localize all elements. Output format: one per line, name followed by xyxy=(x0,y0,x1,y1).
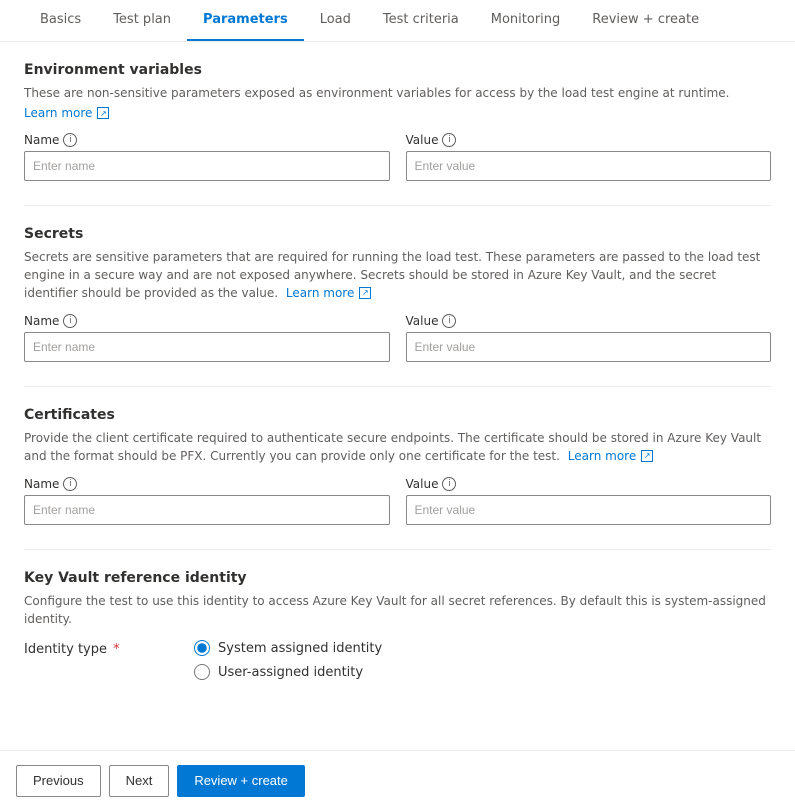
identity-type-label: Identity type * xyxy=(24,640,154,657)
secrets-name-label: Name i xyxy=(24,314,390,328)
env-vars-learn-more[interactable]: Learn more ↗ xyxy=(24,106,109,120)
certificates-value-info-icon[interactable]: i xyxy=(442,477,456,491)
user-assigned-radio[interactable] xyxy=(194,664,210,680)
identity-type-radio-group: System assigned identity User-assigned i… xyxy=(194,640,382,680)
divider-2 xyxy=(24,386,771,387)
certificates-name-label: Name i xyxy=(24,477,390,491)
tab-monitoring[interactable]: Monitoring xyxy=(475,0,577,41)
env-vars-value-label: Value i xyxy=(406,133,772,147)
env-vars-form-row: Name i Value i xyxy=(24,133,771,181)
footer: Previous Next Review + create xyxy=(0,750,795,810)
secrets-name-input[interactable] xyxy=(24,332,390,362)
top-nav: Basics Test plan Parameters Load Test cr… xyxy=(0,0,795,42)
secrets-external-link-icon: ↗ xyxy=(359,287,371,299)
tab-test-criteria[interactable]: Test criteria xyxy=(367,0,475,41)
divider-1 xyxy=(24,205,771,206)
secrets-value-info-icon[interactable]: i xyxy=(442,314,456,328)
secrets-section: Secrets Secrets are sensitive parameters… xyxy=(24,226,771,362)
previous-button[interactable]: Previous xyxy=(16,765,101,797)
system-assigned-radio[interactable] xyxy=(194,640,210,656)
certificates-name-field: Name i xyxy=(24,477,390,525)
review-create-button[interactable]: Review + create xyxy=(177,765,305,797)
secrets-learn-more[interactable]: Learn more ↗ xyxy=(286,284,371,302)
secrets-value-field: Value i xyxy=(406,314,772,362)
tab-parameters[interactable]: Parameters xyxy=(187,0,304,41)
env-vars-name-field: Name i xyxy=(24,133,390,181)
secrets-value-label: Value i xyxy=(406,314,772,328)
certificates-title: Certificates xyxy=(24,407,771,423)
env-vars-value-input[interactable] xyxy=(406,151,772,181)
divider-3 xyxy=(24,549,771,550)
certificates-section: Certificates Provide the client certific… xyxy=(24,407,771,525)
certificates-name-info-icon[interactable]: i xyxy=(63,477,77,491)
identity-type-row: Identity type * System assigned identity… xyxy=(24,640,771,680)
env-vars-value-field: Value i xyxy=(406,133,772,181)
certificates-name-input[interactable] xyxy=(24,495,390,525)
secrets-title: Secrets xyxy=(24,226,771,242)
certificates-value-label: Value i xyxy=(406,477,772,491)
secrets-value-input[interactable] xyxy=(406,332,772,362)
tab-review-create[interactable]: Review + create xyxy=(576,0,715,41)
secrets-name-info-icon[interactable]: i xyxy=(63,314,77,328)
env-vars-name-label: Name i xyxy=(24,133,390,147)
secrets-name-field: Name i xyxy=(24,314,390,362)
env-vars-value-info-icon[interactable]: i xyxy=(442,133,456,147)
env-vars-section: Environment variables These are non-sens… xyxy=(24,62,771,181)
system-assigned-option[interactable]: System assigned identity xyxy=(194,640,382,656)
external-link-icon: ↗ xyxy=(97,107,109,119)
user-assigned-option[interactable]: User-assigned identity xyxy=(194,664,382,680)
secrets-form-row: Name i Value i xyxy=(24,314,771,362)
env-vars-description: These are non-sensitive parameters expos… xyxy=(24,84,771,102)
key-vault-section: Key Vault reference identity Configure t… xyxy=(24,570,771,680)
key-vault-description: Configure the test to use this identity … xyxy=(24,592,771,628)
next-button[interactable]: Next xyxy=(109,765,170,797)
required-star: * xyxy=(109,642,120,657)
certificates-value-field: Value i xyxy=(406,477,772,525)
env-vars-title: Environment variables xyxy=(24,62,771,78)
secrets-description: Secrets are sensitive parameters that ar… xyxy=(24,248,771,302)
system-assigned-label: System assigned identity xyxy=(218,641,382,656)
tab-load[interactable]: Load xyxy=(304,0,367,41)
certificates-description: Provide the client certificate required … xyxy=(24,429,771,465)
key-vault-title: Key Vault reference identity xyxy=(24,570,771,586)
env-vars-name-input[interactable] xyxy=(24,151,390,181)
certificates-external-link-icon: ↗ xyxy=(641,450,653,462)
main-content: Environment variables These are non-sens… xyxy=(0,42,795,748)
tab-test-plan[interactable]: Test plan xyxy=(97,0,187,41)
certificates-learn-more[interactable]: Learn more ↗ xyxy=(568,447,653,465)
certificates-value-input[interactable] xyxy=(406,495,772,525)
env-vars-name-info-icon[interactable]: i xyxy=(63,133,77,147)
certificates-form-row: Name i Value i xyxy=(24,477,771,525)
tab-basics[interactable]: Basics xyxy=(24,0,97,41)
user-assigned-label: User-assigned identity xyxy=(218,665,363,680)
